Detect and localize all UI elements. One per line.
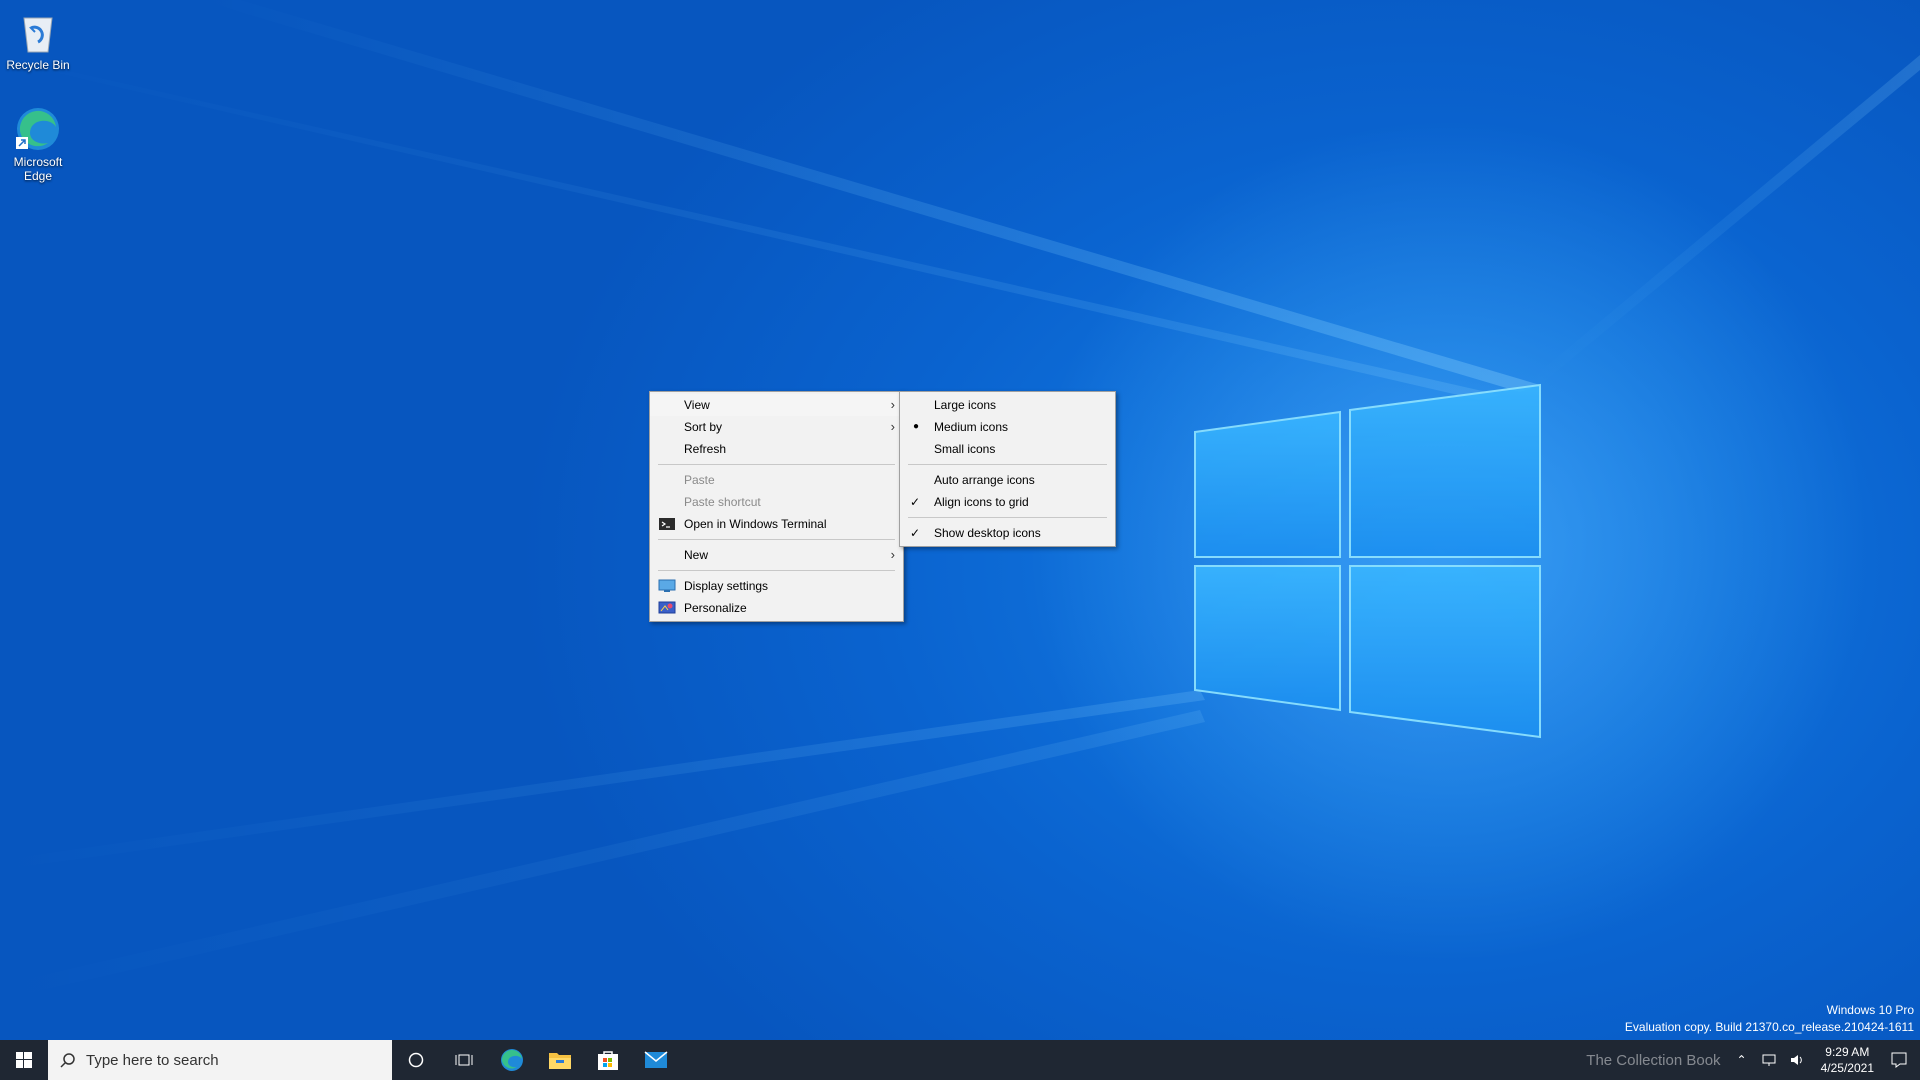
menu-separator bbox=[908, 517, 1107, 518]
menu-item-display-settings[interactable]: Display settings bbox=[650, 575, 903, 597]
edge-taskbar-button[interactable] bbox=[488, 1040, 536, 1080]
notifications-icon[interactable] bbox=[1890, 1051, 1908, 1069]
menu-item-paste-shortcut[interactable]: Paste shortcut bbox=[650, 491, 903, 513]
chevron-right-icon: › bbox=[890, 547, 895, 562]
task-view-button[interactable] bbox=[440, 1040, 488, 1080]
file-explorer-button[interactable] bbox=[536, 1040, 584, 1080]
clock-time: 9:29 AM bbox=[1825, 1045, 1870, 1059]
search-icon bbox=[60, 1053, 75, 1068]
cortana-button[interactable] bbox=[392, 1040, 440, 1080]
recycle-bin-label: Recycle Bin bbox=[6, 58, 70, 72]
taskbar-search-box[interactable]: Type here to search bbox=[48, 1040, 392, 1080]
build-text: Evaluation copy. Build 21370.co_release.… bbox=[1624, 1020, 1914, 1034]
terminal-icon bbox=[659, 518, 675, 530]
recycle-bin-icon bbox=[14, 8, 62, 56]
menu-item-open-terminal[interactable]: Open in Windows Terminal bbox=[650, 513, 903, 535]
start-button[interactable] bbox=[0, 1040, 48, 1080]
start-icon bbox=[16, 1052, 32, 1068]
network-icon[interactable] bbox=[1761, 1052, 1777, 1068]
personalize-icon bbox=[658, 601, 676, 614]
overlay-watermark-text: The Collection Book bbox=[1586, 1051, 1721, 1069]
menu-item-align-to-grid[interactable]: ✓ Align icons to grid bbox=[900, 491, 1115, 513]
store-button[interactable] bbox=[584, 1040, 632, 1080]
menu-item-new[interactable]: New › bbox=[650, 544, 903, 566]
evaluation-watermark: Windows 10 Pro Evaluation copy. Build 21… bbox=[1625, 1002, 1914, 1036]
chevron-up-icon[interactable]: ⌃ bbox=[1737, 1053, 1747, 1067]
recycle-bin-shortcut[interactable]: Recycle Bin bbox=[0, 8, 76, 72]
edge-icon bbox=[501, 1049, 523, 1071]
view-submenu: Large icons ● Medium icons Small icons A… bbox=[899, 391, 1116, 547]
clock-date: 4/25/2021 bbox=[1820, 1061, 1874, 1075]
cortana-icon bbox=[408, 1052, 424, 1068]
volume-icon[interactable] bbox=[1789, 1052, 1805, 1068]
file-explorer-icon bbox=[549, 1053, 571, 1069]
menu-item-show-desktop-icons[interactable]: ✓ Show desktop icons bbox=[900, 522, 1115, 544]
desktop-context-menu: View › Sort by › Refresh Paste Paste sho… bbox=[649, 391, 904, 622]
menu-item-small-icons[interactable]: Small icons bbox=[900, 438, 1115, 460]
microsoft-edge-icon bbox=[14, 105, 62, 153]
mail-button[interactable] bbox=[632, 1040, 680, 1080]
menu-item-sort-by[interactable]: Sort by › bbox=[650, 416, 903, 438]
checkmark-icon: ✓ bbox=[910, 526, 921, 540]
clock[interactable]: 9:29 AM 4/25/2021 bbox=[1821, 1044, 1874, 1076]
menu-item-medium-icons[interactable]: ● Medium icons bbox=[900, 416, 1115, 438]
menu-item-personalize[interactable]: Personalize bbox=[650, 597, 903, 619]
radio-bullet-icon: ● bbox=[913, 421, 920, 432]
menu-item-refresh[interactable]: Refresh bbox=[650, 438, 903, 460]
chevron-right-icon: › bbox=[890, 419, 895, 434]
menu-item-auto-arrange[interactable]: Auto arrange icons bbox=[900, 469, 1115, 491]
menu-item-paste[interactable]: Paste bbox=[650, 469, 903, 491]
checkmark-icon: ✓ bbox=[910, 495, 921, 509]
menu-separator bbox=[658, 539, 895, 540]
system-tray: The Collection Book ⌃ 9:29 AM 4/25/2021 bbox=[1586, 1040, 1920, 1080]
menu-separator bbox=[658, 570, 895, 571]
edition-text: Windows 10 Pro bbox=[1826, 1003, 1914, 1017]
search-placeholder: Type here to search bbox=[86, 1051, 219, 1069]
task-view-icon bbox=[455, 1054, 473, 1066]
taskbar: Type here to search The Collection Book … bbox=[0, 1040, 1920, 1080]
menu-separator bbox=[908, 464, 1107, 465]
display-icon bbox=[658, 579, 676, 592]
edge-shortcut[interactable]: Microsoft Edge bbox=[0, 105, 76, 183]
menu-item-view[interactable]: View › bbox=[650, 394, 903, 416]
chevron-right-icon: › bbox=[890, 397, 895, 412]
mail-icon bbox=[644, 1051, 668, 1068]
edge-label: Microsoft Edge bbox=[13, 155, 63, 183]
menu-separator bbox=[658, 464, 895, 465]
store-icon bbox=[598, 1051, 618, 1070]
menu-item-large-icons[interactable]: Large icons bbox=[900, 394, 1115, 416]
